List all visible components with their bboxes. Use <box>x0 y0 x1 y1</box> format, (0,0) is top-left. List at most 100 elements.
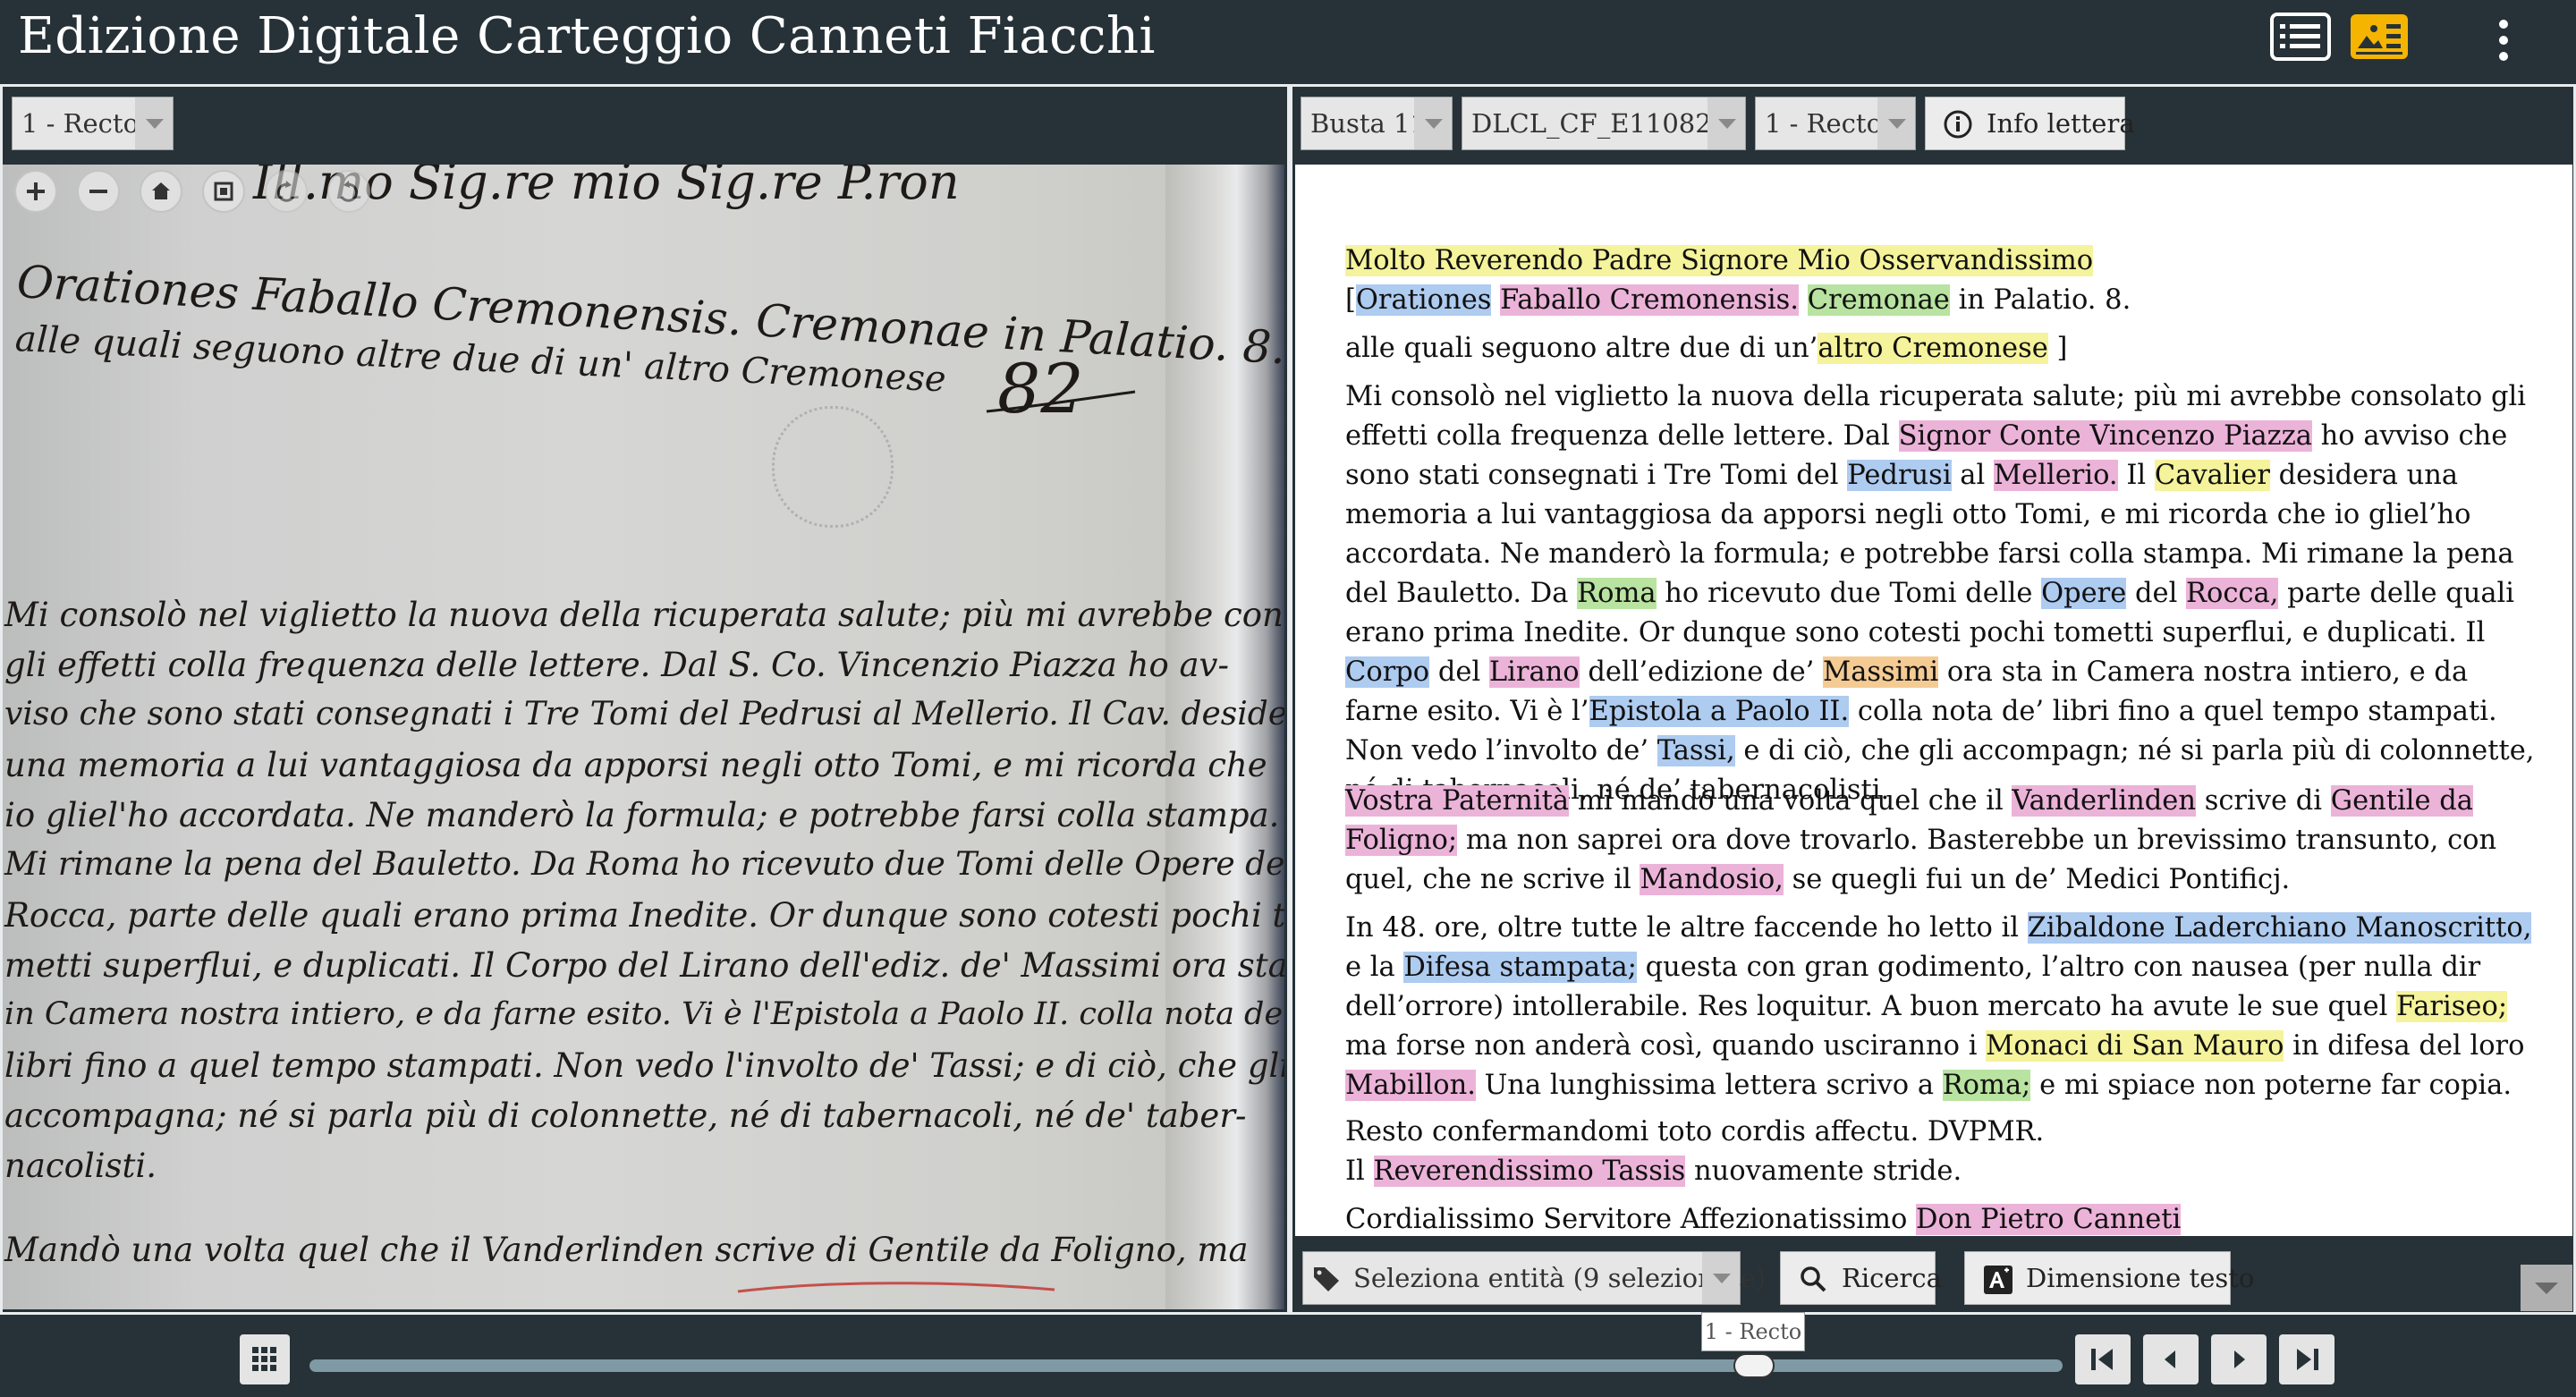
entity-highlight[interactable]: Roma <box>1577 578 1657 609</box>
transcription-paragraph: Resto confermandomi toto cordis affectu.… <box>1345 1113 2544 1191</box>
chevron-right-icon <box>2234 1350 2245 1368</box>
entity-highlight[interactable]: Epistola a Paolo II. <box>1589 696 1850 727</box>
entity-highlight[interactable]: Zibaldone Laderchiano Manoscritto, <box>2027 912 2532 944</box>
transcription-paragraph: Mi consolò nel viglietto la nuova della … <box>1345 377 2544 810</box>
entity-highlight[interactable]: Fariseo; <box>2396 991 2508 1022</box>
entity-highlight[interactable]: Massimi <box>1823 656 1939 688</box>
entity-highlight[interactable]: Vostra Paternità <box>1345 785 1570 817</box>
text-span: mi mandò una volta quel che il <box>1569 785 2012 817</box>
search-button[interactable]: Ricerca <box>1780 1251 1942 1305</box>
next-page-button[interactable] <box>2211 1334 2267 1384</box>
transcription-paragraph: Vostra Paternità mi mandò una volta quel… <box>1345 782 2544 900</box>
last-page-button[interactable] <box>2279 1334 2334 1384</box>
entity-highlight[interactable]: Don Pietro Canneti <box>1916 1204 2182 1235</box>
red-underline-mark <box>737 1282 1055 1293</box>
thumbnails-button[interactable] <box>240 1334 290 1384</box>
text-size-icon <box>1984 1266 2012 1294</box>
text-span: ma forse non anderà così, quando usciran… <box>1345 1030 1987 1062</box>
entity-highlight[interactable]: Pedrusi <box>1847 460 1952 491</box>
entity-highlight[interactable]: Difesa stampata; <box>1403 952 1637 983</box>
first-page-button[interactable] <box>2075 1334 2131 1384</box>
manuscript-line: viso che sono stati consegnati i Tre Tom… <box>4 696 1284 732</box>
rotate-right-icon[interactable] <box>327 170 370 213</box>
entity-highlight[interactable]: Mandosio, <box>1640 864 1784 895</box>
entity-highlight[interactable]: Orationes <box>1355 284 1492 316</box>
chevron-down-icon <box>1877 97 1915 149</box>
entity-highlight[interactable]: Mellerio. <box>1993 460 2118 491</box>
text-span: alle quali seguono altre due di un’ <box>1345 333 1818 364</box>
search-button-label: Ricerca <box>1842 1263 1942 1293</box>
collapse-toggle[interactable] <box>2521 1265 2572 1311</box>
grid-icon <box>252 1347 276 1371</box>
search-icon <box>1801 1266 1826 1292</box>
text-span: Resto confermandomi toto cordis affectu.… <box>1345 1116 2045 1147</box>
manuscript-line: in Camera nostra intiero, e da farne esi… <box>4 996 1284 1032</box>
entity-highlight[interactable]: Faballo Cremonensis. <box>1500 284 1800 316</box>
manuscript-viewer[interactable]: Ill.mo Sig.re mio Sig.re P.ron Orationes… <box>3 165 1284 1309</box>
info-letter-label: Info lettera <box>1987 108 2135 139</box>
text-span: e la <box>1345 952 1404 983</box>
page-slider[interactable] <box>309 1359 2063 1372</box>
top-bar: Edizione Digitale Carteggio Canneti Fiac… <box>0 0 2576 84</box>
text-span: nuovamente stride. <box>1685 1156 1962 1187</box>
manuscript-line: nacolisti. <box>4 1147 157 1185</box>
entity-select[interactable]: Seleziona entità (9 selezionate) <box>1302 1251 1766 1305</box>
manuscript-line: una memoria a lui vantaggiosa da apporsi… <box>4 746 1267 784</box>
entity-highlight[interactable]: Tassi, <box>1657 735 1735 766</box>
fullscreen-icon[interactable] <box>202 170 245 213</box>
underline-stroke <box>986 390 1136 413</box>
text-span: se quegli fui un de’ Medici Pontificj. <box>1783 864 2291 895</box>
text-size-button-label: Dimensione testo <box>2026 1263 2255 1293</box>
transcription-text: Molto Reverendo Padre Signore Mio Osserv… <box>1295 165 2572 1236</box>
text-span: dell’edizione de’ <box>1579 656 1824 688</box>
page-select-right[interactable]: 1 - Recto <box>1755 97 1916 150</box>
transcription-paragraph: In 48. ore, oltre tutte le altre faccend… <box>1345 909 2544 1105</box>
home-icon[interactable] <box>140 170 182 213</box>
entity-highlight[interactable]: Lirano <box>1488 656 1580 688</box>
text-span: e mi spiace non poterne far copia. <box>2030 1070 2512 1101</box>
entity-highlight[interactable]: Signor Conte Vincenzo Piazza <box>1898 420 2312 452</box>
manuscript-line: io gliel'ho accordata. Ne manderò la for… <box>4 796 1280 834</box>
text-span: Una lunghissima lettera scrivo a <box>1475 1070 1943 1101</box>
entity-highlight[interactable]: Cremonae <box>1807 284 1950 316</box>
entity-highlight[interactable]: Corpo <box>1345 656 1430 688</box>
chevron-left-icon <box>2165 1350 2175 1368</box>
chevron-down-icon <box>1702 1252 1740 1304</box>
entity-highlight[interactable]: Roma; <box>1942 1070 2031 1101</box>
text-span: del <box>1429 656 1489 688</box>
entity-highlight[interactable]: Mabillon. <box>1345 1070 1476 1101</box>
entity-highlight[interactable]: Opere <box>2041 578 2127 609</box>
entity-highlight[interactable]: Cavalier <box>2154 460 2270 491</box>
zoom-in-icon[interactable] <box>14 170 57 213</box>
page-slider-thumb[interactable] <box>1733 1353 1775 1378</box>
previous-page-button[interactable] <box>2143 1334 2199 1384</box>
entity-highlight[interactable]: Monaci di San Mauro <box>1986 1030 2284 1062</box>
entity-highlight[interactable]: altro Cremonese <box>1818 333 2048 364</box>
entity-highlight[interactable]: Rocca, <box>2186 578 2279 609</box>
tag-icon <box>1314 1267 1339 1291</box>
info-letter-button[interactable]: Info lettera <box>1925 97 2135 150</box>
first-page-icon <box>2091 1349 2113 1370</box>
info-icon <box>1944 110 1972 139</box>
text-span: ] <box>2047 333 2068 364</box>
chevron-down-icon <box>1414 97 1452 149</box>
entity-highlight[interactable]: Molto Reverendo Padre Signore Mio Osserv… <box>1345 245 2094 276</box>
manuscript-line: Mi consolò nel viglietto la nuova della … <box>4 596 1284 634</box>
busta-select-value: Busta 11 <box>1310 108 1427 139</box>
image-text-view-icon[interactable] <box>2349 13 2410 61</box>
manuscript-line: Mandò una volta quel che il Vanderlinden… <box>4 1231 1249 1269</box>
page-select-left[interactable]: 1 - Recto <box>12 97 174 150</box>
rotate-left-icon[interactable] <box>265 170 308 213</box>
entity-highlight[interactable]: Vanderlinden <box>2012 785 2196 817</box>
zoom-out-icon[interactable] <box>77 170 120 213</box>
manuscript-line: metti superflui, e duplicati. Il Corpo d… <box>4 946 1284 985</box>
more-vert-icon[interactable] <box>2485 14 2521 68</box>
entity-highlight[interactable]: Reverendissimo Tassis <box>1373 1156 1686 1187</box>
busta-select[interactable]: Busta 11 <box>1301 97 1453 150</box>
text-span: al <box>1951 460 1994 491</box>
page-select-left-value: 1 - Recto <box>21 108 140 139</box>
document-select-value: DLCL_CF_E11082 <box>1471 108 1712 139</box>
list-view-icon[interactable] <box>2270 13 2331 61</box>
text-size-button[interactable]: Dimensione testo <box>1964 1251 2254 1305</box>
document-select[interactable]: DLCL_CF_E11082 <box>1462 97 1746 150</box>
